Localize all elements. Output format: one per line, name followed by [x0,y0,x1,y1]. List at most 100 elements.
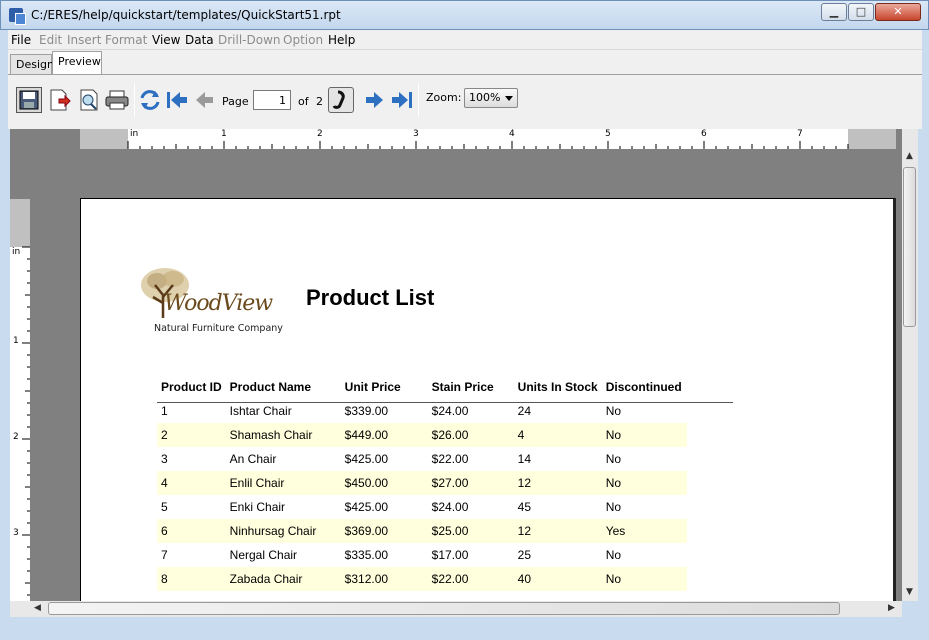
ruler-number: 4 [509,129,515,139]
table-cell: 7 [161,548,168,562]
vertical-scroll-thumb[interactable] [903,167,916,327]
menu-format[interactable]: Format [105,33,147,47]
close-button[interactable]: ✕ [875,3,921,21]
maximize-button[interactable]: □ [848,3,874,21]
table-cell: Enki Chair [229,500,286,514]
horizontal-scroll-thumb[interactable] [48,602,840,615]
table-cell: $25.00 [427,519,514,543]
vertical-scrollbar[interactable]: ▲ ▼ [902,129,918,601]
column-header: Stain Price [431,380,494,394]
table-cell: 12 [513,519,602,543]
window-title: C:/ERES/help/quickstart/templates/QuickS… [31,8,341,22]
scroll-down-icon[interactable]: ▼ [906,587,913,597]
table-row: 4 Enlil Chair $450.00 $27.00 12 No [157,471,687,495]
table-cell: $22.00 [427,567,514,591]
menu-bar: File Edit Insert Format View Data Drill-… [8,30,922,50]
go-to-page-icon[interactable] [328,87,354,113]
menu-edit[interactable]: Edit [39,33,62,47]
product-table: Product ID Product Name Unit Price Stain… [157,375,687,591]
table-cell: No [601,423,687,447]
table-cell: 2 [157,423,226,447]
last-page-icon[interactable] [389,87,415,113]
print-preview-icon[interactable] [76,87,102,113]
table-cell: An Chair [229,452,277,466]
minimize-button[interactable]: ▁ [821,3,847,21]
menu-insert[interactable]: Insert [67,33,101,47]
table-row: 5 Enki Chair $425.00 $24.00 45 No [157,495,687,519]
ruler-number: 6 [701,129,707,139]
table-cell: No [605,500,622,514]
scroll-right-icon[interactable]: ▶ [888,603,895,613]
scroll-up-icon[interactable]: ▲ [906,151,913,161]
horizontal-scrollbar[interactable]: ◀ ▶ [10,601,902,617]
menu-view[interactable]: View [152,33,180,47]
toolbar-separator [134,83,135,117]
ruler-unit: in [130,129,139,139]
print-icon[interactable] [104,87,130,113]
column-header: Product ID [161,380,222,394]
export-icon[interactable] [46,87,72,113]
logo-brand-text: WoodView [164,291,273,316]
ruler-unit: in [12,247,21,257]
ruler-number: 7 [797,129,803,139]
column-header: Units In Stock [517,380,598,394]
table-cell: $27.00 [427,471,514,495]
table-cell: Zabada Chair [225,567,341,591]
menu-drill-down[interactable]: Drill-Down [218,33,281,47]
menu-help[interactable]: Help [328,33,355,47]
table-cell: $24.00 [431,500,469,514]
ruler-number: 3 [13,528,19,538]
table-cell: $450.00 [340,471,428,495]
table-cell: $369.00 [340,519,428,543]
refresh-icon[interactable] [137,87,163,113]
column-header: Unit Price [344,380,401,394]
vertical-ruler: in 1 2 3 [10,199,30,601]
table-row: 2 Shamash Chair $449.00 $26.00 4 No [157,423,687,447]
table-cell: Ninhursag Chair [225,519,341,543]
table-cell: $26.00 [427,423,514,447]
previous-page-icon[interactable] [192,87,218,113]
view-tabs: Design Preview [8,50,922,74]
menu-data[interactable]: Data [185,33,214,47]
toolbar-separator [418,83,419,117]
ruler-number: 1 [13,336,19,346]
first-page-icon[interactable] [164,87,190,113]
table-cell: 25 [517,548,532,562]
zoom-select[interactable]: 100% [464,88,518,108]
table-cell: $312.00 [340,567,428,591]
table-cell: $335.00 [344,548,389,562]
table-cell: Yes [601,519,687,543]
total-pages: 2 [316,95,323,108]
chevron-down-icon [505,96,513,101]
next-page-icon[interactable] [361,87,387,113]
zoom-value: 100% [469,91,501,104]
table-row: 8 Zabada Chair $312.00 $22.00 40 No [157,567,687,591]
table-cell: 3 [161,452,168,466]
zoom-label: Zoom: [426,91,462,104]
title-bar: C:/ERES/help/quickstart/templates/QuickS… [0,0,929,30]
logo-subtitle: Natural Furniture Company [154,323,283,334]
menu-file[interactable]: File [11,33,31,47]
report-viewport[interactable]: in 1 2 3 4 5 6 7 in 1 2 3 WoodView Natur… [10,129,902,601]
table-cell: 4 [513,423,602,447]
table-cell: 12 [513,471,602,495]
column-header: Product Name [229,380,312,394]
preview-toolbar: Page of 2 Zoom: 100% [8,74,922,129]
table-cell: 5 [161,500,168,514]
table-cell: 40 [513,567,602,591]
table-cell: 4 [157,471,226,495]
table-cell: 6 [157,519,226,543]
save-icon[interactable] [16,87,42,113]
report-title: Product List [306,285,435,310]
page-number-input[interactable] [253,90,291,110]
menu-option[interactable]: Option [283,33,323,47]
tab-preview[interactable]: Preview [52,51,102,74]
scroll-left-icon[interactable]: ◀ [34,603,41,613]
tab-design[interactable]: Design [10,54,54,74]
report-page: WoodView Natural Furniture Company Produ… [80,198,896,601]
app-icon [9,8,26,25]
ruler-number: 5 [605,129,611,139]
table-cell: $449.00 [340,423,428,447]
table-row: 7 Nergal Chair $335.00 $17.00 25 No [157,543,687,567]
table-cell: Nergal Chair [229,548,298,562]
